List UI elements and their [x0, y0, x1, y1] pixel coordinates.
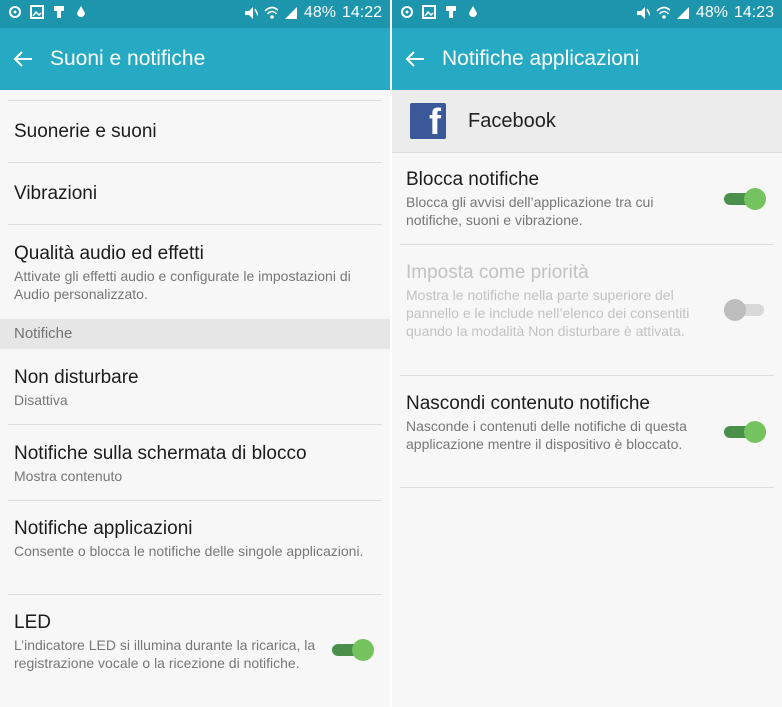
item-subtitle: Blocca gli avvisi dell’applicazione tra … — [406, 194, 654, 228]
blocca-notifiche-toggle[interactable] — [724, 188, 766, 210]
drop-icon — [466, 5, 480, 19]
list-item-imposta-priorita[interactable]: Imposta come priorità Mostra le notifich… — [400, 245, 774, 376]
settings-icon — [400, 5, 414, 19]
app-header: f Facebook — [392, 90, 782, 153]
item-subtitle: L’indicatore LED si illumina durante la … — [14, 637, 316, 671]
item-title: Notifiche applicazioni — [14, 518, 193, 539]
status-bar: 48% 14:22 — [0, 0, 390, 28]
status-bar: 48% 14:23 — [392, 0, 782, 28]
signal-icon — [284, 6, 298, 20]
clock: 14:23 — [733, 4, 774, 21]
mute-icon — [244, 6, 258, 20]
list-item-notifiche-applicazioni[interactable]: Notifiche applicazioni Consente o blocca… — [8, 501, 382, 595]
wifi-icon — [656, 6, 670, 20]
usb-icon — [52, 5, 66, 19]
led-toggle[interactable] — [332, 639, 374, 661]
back-arrow-icon[interactable] — [10, 46, 36, 72]
list-item-blocca-notifiche[interactable]: Blocca notifiche Blocca gli avvisi dell’… — [400, 153, 774, 245]
facebook-logo-icon: f — [410, 103, 446, 139]
item-title: Imposta come priorità — [406, 262, 589, 283]
image-icon — [422, 5, 436, 19]
page-title: Suoni e notifiche — [50, 47, 206, 70]
list-item-suonerie[interactable]: Suonerie e suoni — [8, 100, 382, 163]
back-arrow-icon[interactable] — [402, 46, 428, 72]
item-title: Vibrazioni — [14, 182, 98, 204]
section-header-notifiche: Notifiche — [0, 319, 390, 349]
wifi-icon — [264, 6, 278, 20]
item-subtitle: Disattiva — [14, 392, 68, 408]
app-name: Facebook — [468, 109, 556, 132]
item-title: Qualità audio ed effetti — [14, 243, 204, 264]
image-icon — [30, 5, 44, 19]
item-title: Nascondi contenuto notifiche — [406, 393, 650, 414]
item-title: Blocca notifiche — [406, 169, 540, 190]
drop-icon — [74, 5, 88, 19]
app-bar: Suoni e notifiche — [0, 28, 390, 90]
item-subtitle: Mostra le notifiche nella parte superior… — [406, 287, 690, 339]
mute-icon — [636, 6, 650, 20]
app-bar: Notifiche applicazioni — [392, 28, 782, 90]
left-screen: 48% 14:22 Suoni e notifiche Suonerie e s… — [0, 0, 390, 707]
list-item-nascondi-contenuto[interactable]: Nascondi contenuto notifiche Nasconde i … — [400, 376, 774, 488]
item-subtitle: Consente o blocca le notifiche delle sin… — [14, 543, 364, 559]
battery-text: 48% — [303, 4, 336, 21]
item-title: Non disturbare — [14, 367, 139, 388]
usb-icon — [444, 5, 458, 19]
right-screen: 48% 14:23 Notifiche applicazioni f Faceb… — [392, 0, 782, 707]
imposta-priorita-toggle[interactable] — [724, 299, 764, 321]
settings-icon — [8, 5, 22, 19]
page-title: Notifiche applicazioni — [442, 47, 640, 70]
list-item-vibrazioni[interactable]: Vibrazioni — [8, 163, 382, 225]
signal-icon — [676, 6, 690, 20]
list-item-qualita-audio[interactable]: Qualità audio ed effetti Attivate gli ef… — [8, 225, 382, 319]
item-title: Suonerie e suoni — [14, 120, 157, 142]
item-subtitle: Nasconde i contenuti delle notifiche di … — [406, 418, 687, 452]
item-subtitle: Mostra contenuto — [14, 468, 123, 484]
battery-text: 48% — [695, 4, 728, 21]
clock: 14:22 — [341, 4, 382, 21]
item-subtitle: Attivate gli effetti audio e configurate… — [14, 268, 351, 302]
list-item-non-disturbare[interactable]: Non disturbare Disattiva — [8, 349, 382, 425]
item-title: LED — [14, 612, 51, 633]
list-item-schermata-blocco[interactable]: Notifiche sulla schermata di blocco Most… — [8, 425, 382, 501]
list-item-led[interactable]: LED L’indicatore LED si illumina durante… — [8, 595, 382, 705]
nascondi-contenuto-toggle[interactable] — [724, 421, 766, 443]
item-title: Notifiche sulla schermata di blocco — [14, 443, 307, 464]
